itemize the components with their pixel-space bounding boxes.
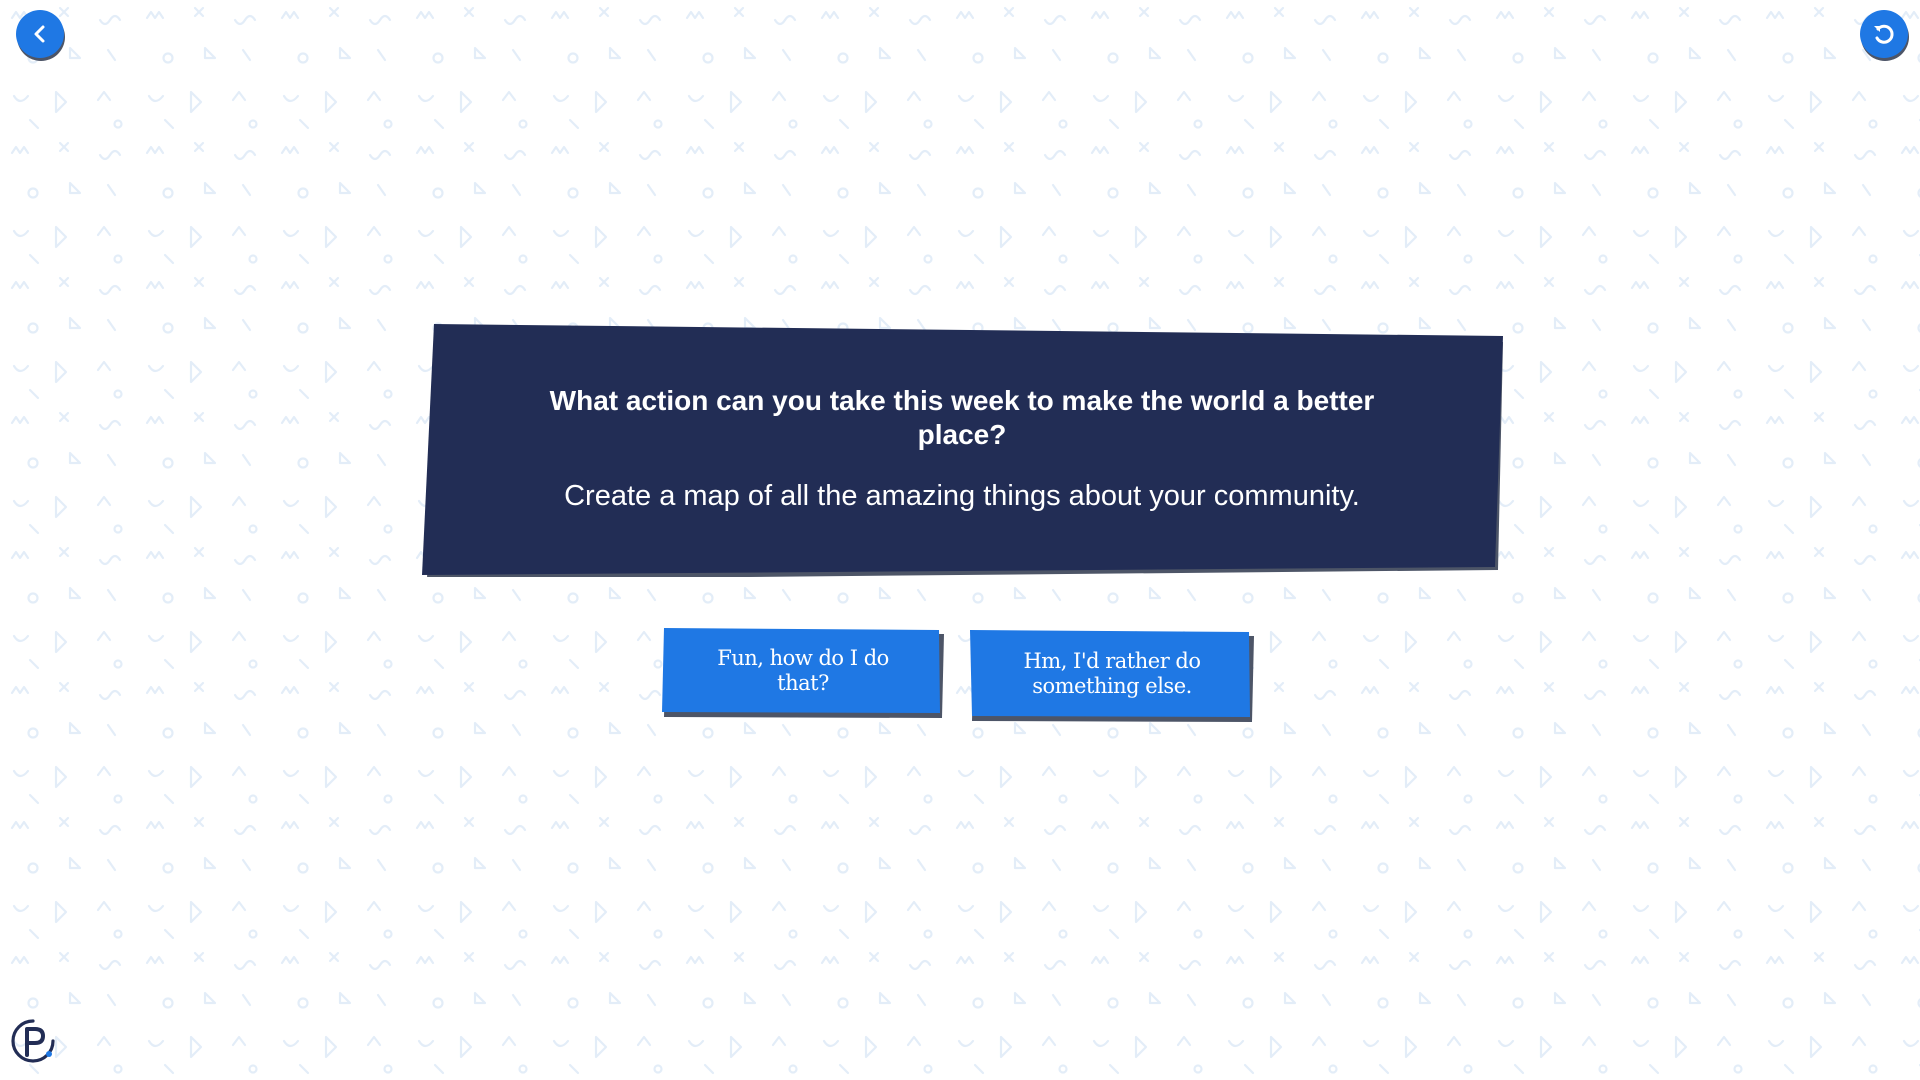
restart-button[interactable] — [1860, 10, 1908, 58]
prompt-question: What action can you take this week to ma… — [549, 385, 1375, 450]
choice-button-label: Fun, how do I do that? — [717, 646, 889, 695]
prompt-answer: Create a map of all the amazing things a… — [564, 480, 1360, 512]
choice-button-else[interactable]: Hm, I'd rather do something else. — [970, 630, 1254, 722]
chevron-left-icon — [29, 23, 51, 45]
back-button[interactable] — [16, 10, 64, 58]
restart-icon — [1871, 21, 1897, 47]
p-logo-icon — [9, 1017, 57, 1065]
prompt-card: What action can you take this week to ma… — [422, 324, 1503, 577]
prompt-text: What action can you take this week to ma… — [532, 384, 1392, 514]
choice-button-label: Hm, I'd rather do something else. — [1023, 649, 1201, 698]
choice-button-how[interactable]: Fun, how do I do that? — [662, 628, 944, 718]
